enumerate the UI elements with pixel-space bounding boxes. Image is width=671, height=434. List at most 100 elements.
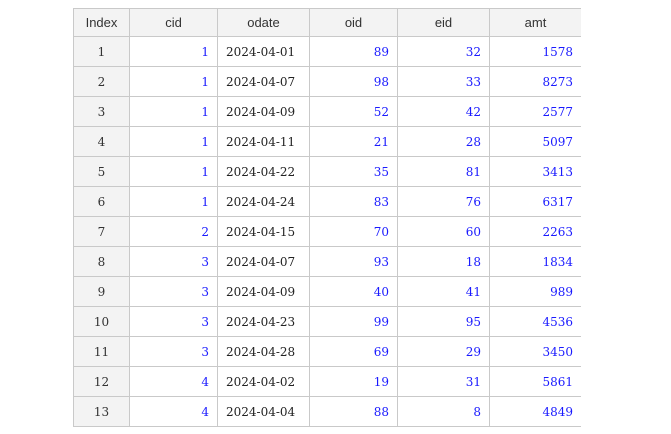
amt-cell[interactable]: 2263 (489, 216, 581, 247)
amt-cell[interactable]: 6317 (489, 186, 581, 217)
oid-cell[interactable]: 35 (309, 156, 398, 187)
cid-cell[interactable]: 1 (129, 126, 218, 157)
oid-cell[interactable]: 99 (309, 306, 398, 337)
table-row[interactable]: 5 1 2024-04-22 35 81 3413 (73, 156, 581, 187)
index-cell[interactable]: 11 (73, 336, 130, 367)
oid-cell[interactable]: 21 (309, 126, 398, 157)
table-row[interactable]: 13 4 2024-04-04 88 8 4849 (73, 396, 581, 427)
table-row[interactable]: 9 3 2024-04-09 40 41 989 (73, 276, 581, 307)
table-row[interactable]: 10 3 2024-04-23 99 95 4536 (73, 306, 581, 337)
cid-cell[interactable]: 4 (129, 396, 218, 427)
amt-cell[interactable]: 3450 (489, 336, 581, 367)
eid-cell[interactable]: 8 (397, 396, 490, 427)
oid-cell[interactable]: 98 (309, 66, 398, 97)
eid-cell[interactable]: 76 (397, 186, 490, 217)
odate-cell[interactable]: 2024-04-11 (217, 126, 310, 157)
column-header-cid[interactable]: cid (129, 8, 218, 37)
amt-cell[interactable]: 1834 (489, 246, 581, 277)
column-header-index[interactable]: Index (73, 8, 130, 37)
amt-cell[interactable]: 4849 (489, 396, 581, 427)
column-header-amt[interactable]: amt (489, 8, 581, 37)
eid-cell[interactable]: 18 (397, 246, 490, 277)
oid-cell[interactable]: 70 (309, 216, 398, 247)
cid-cell[interactable]: 4 (129, 366, 218, 397)
odate-cell[interactable]: 2024-04-24 (217, 186, 310, 217)
amt-cell[interactable]: 5861 (489, 366, 581, 397)
index-cell[interactable]: 8 (73, 246, 130, 277)
odate-cell[interactable]: 2024-04-09 (217, 276, 310, 307)
eid-cell[interactable]: 29 (397, 336, 490, 367)
cid-cell[interactable]: 3 (129, 246, 218, 277)
index-cell[interactable]: 1 (73, 36, 130, 67)
amt-cell[interactable]: 5097 (489, 126, 581, 157)
odate-cell[interactable]: 2024-04-01 (217, 36, 310, 67)
cid-cell[interactable]: 1 (129, 36, 218, 67)
table-row[interactable]: 2 1 2024-04-07 98 33 8273 (73, 66, 581, 97)
column-header-oid[interactable]: oid (309, 8, 398, 37)
oid-cell[interactable]: 93 (309, 246, 398, 277)
eid-cell[interactable]: 31 (397, 366, 490, 397)
oid-cell[interactable]: 19 (309, 366, 398, 397)
data-grid: Index cid odate oid eid amt 1 1 2024-04-01… (73, 8, 581, 434)
column-header-eid[interactable]: eid (397, 8, 490, 37)
amt-cell[interactable]: 989 (489, 276, 581, 307)
index-cell[interactable]: 10 (73, 306, 130, 337)
eid-cell[interactable]: 42 (397, 96, 490, 127)
cid-cell[interactable]: 3 (129, 336, 218, 367)
table-row[interactable]: 4 1 2024-04-11 21 28 5097 (73, 126, 581, 157)
cid-cell[interactable]: 3 (129, 276, 218, 307)
eid-cell[interactable]: 81 (397, 156, 490, 187)
cid-cell[interactable]: 2 (129, 216, 218, 247)
cid-cell[interactable]: 1 (129, 66, 218, 97)
odate-cell[interactable]: 2024-04-07 (217, 246, 310, 277)
amt-cell[interactable]: 1578 (489, 36, 581, 67)
table-row[interactable]: 1 1 2024-04-01 89 32 1578 (73, 36, 581, 67)
odate-cell[interactable]: 2024-04-15 (217, 216, 310, 247)
oid-cell[interactable]: 52 (309, 96, 398, 127)
eid-cell[interactable]: 32 (397, 36, 490, 67)
eid-cell[interactable]: 33 (397, 66, 490, 97)
cid-cell[interactable]: 1 (129, 156, 218, 187)
cid-cell[interactable]: 1 (129, 186, 218, 217)
header-row: Index cid odate oid eid amt (73, 8, 581, 37)
table-row[interactable]: 12 4 2024-04-02 19 31 5861 (73, 366, 581, 397)
amt-cell[interactable]: 4536 (489, 306, 581, 337)
oid-cell[interactable]: 40 (309, 276, 398, 307)
odate-cell[interactable]: 2024-04-07 (217, 66, 310, 97)
table-row[interactable]: 3 1 2024-04-09 52 42 2577 (73, 96, 581, 127)
index-cell[interactable]: 7 (73, 216, 130, 247)
odate-cell[interactable]: 2024-04-02 (217, 366, 310, 397)
oid-cell[interactable]: 89 (309, 36, 398, 67)
odate-cell[interactable]: 2024-04-22 (217, 156, 310, 187)
odate-cell[interactable]: 2024-04-04 (217, 396, 310, 427)
index-cell[interactable]: 2 (73, 66, 130, 97)
odate-cell[interactable]: 2024-04-09 (217, 96, 310, 127)
index-cell[interactable]: 13 (73, 396, 130, 427)
table-row[interactable]: 11 3 2024-04-28 69 29 3450 (73, 336, 581, 367)
eid-cell[interactable]: 28 (397, 126, 490, 157)
index-cell[interactable]: 3 (73, 96, 130, 127)
column-header-odate[interactable]: odate (217, 8, 310, 37)
oid-cell[interactable]: 83 (309, 186, 398, 217)
amt-cell[interactable]: 2577 (489, 96, 581, 127)
amt-cell[interactable]: 8273 (489, 66, 581, 97)
odate-cell[interactable]: 2024-04-23 (217, 306, 310, 337)
index-cell[interactable]: 5 (73, 156, 130, 187)
table-row[interactable]: 8 3 2024-04-07 93 18 1834 (73, 246, 581, 277)
cid-cell[interactable]: 3 (129, 306, 218, 337)
cid-cell[interactable]: 1 (129, 96, 218, 127)
oid-cell[interactable]: 69 (309, 336, 398, 367)
index-cell[interactable]: 12 (73, 366, 130, 397)
eid-cell[interactable]: 95 (397, 306, 490, 337)
eid-cell[interactable]: 60 (397, 216, 490, 247)
oid-cell[interactable]: 88 (309, 396, 398, 427)
odate-cell[interactable]: 2024-04-28 (217, 336, 310, 367)
eid-cell[interactable]: 41 (397, 276, 490, 307)
index-cell[interactable]: 4 (73, 126, 130, 157)
table-row[interactable]: 7 2 2024-04-15 70 60 2263 (73, 216, 581, 247)
amt-cell[interactable]: 3413 (489, 156, 581, 187)
index-cell[interactable]: 9 (73, 276, 130, 307)
index-cell[interactable]: 6 (73, 186, 130, 217)
orders-table: Index cid odate oid eid amt 1 1 2024-04-01… (73, 8, 581, 427)
table-row[interactable]: 6 1 2024-04-24 83 76 6317 (73, 186, 581, 217)
